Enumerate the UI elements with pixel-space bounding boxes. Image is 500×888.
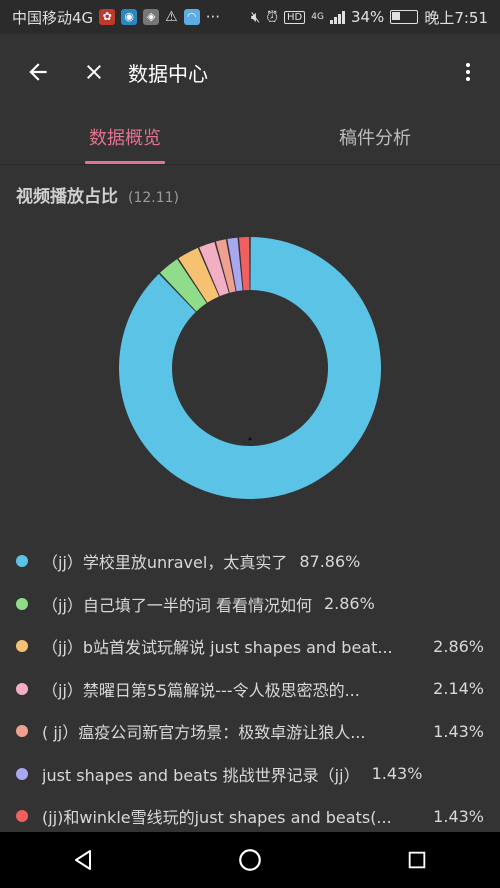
nav-home-button[interactable] — [220, 832, 280, 888]
legend-percent: 1.43% — [433, 806, 484, 826]
more-notifications-icon: ··· — [205, 8, 221, 26]
tab-data-overview[interactable]: 数据概览 — [0, 110, 250, 164]
status-right: 🔇︎ ⏰︎ HD 4G 34% 晚上7:51 — [251, 7, 488, 28]
close-button[interactable] — [66, 44, 122, 100]
legend-item[interactable]: （jj）学校里放unravel，太真实了 87.86% — [0, 540, 500, 583]
legend-item[interactable]: （jj）自己填了一半的词 看看情况如何 2.86% — [0, 583, 500, 626]
legend-label: （jj）禁曜日第55篇解说---令人极思密恐的... — [42, 680, 360, 700]
nav-recent-button[interactable] — [387, 832, 447, 888]
tab-bar: 数据概览 稿件分析 — [0, 110, 500, 165]
signal-icon — [329, 10, 345, 24]
app-bar: 数据中心 — [0, 34, 500, 110]
legend-color-dot — [16, 682, 28, 695]
battery-icon — [390, 10, 419, 24]
clock: 晚上7:51 — [424, 8, 488, 27]
triangle-back-icon — [75, 850, 92, 870]
network-type-icon: 4G — [311, 12, 324, 22]
more-options-button[interactable] — [440, 44, 496, 100]
arrow-left-icon — [29, 63, 47, 81]
square-recent-icon — [408, 851, 425, 869]
nav-back-button[interactable] — [53, 832, 113, 888]
status-left: 中国移动4G ✿ ◉ ◈ ⚠ ◠ ··· — [12, 7, 220, 28]
section-title: 视频播放占比 — [16, 187, 118, 207]
battery-level: 34% — [350, 8, 385, 26]
legend-item[interactable]: just shapes and beats 挑战世界记录（jj） 1.43% — [0, 753, 500, 796]
hd-icon: HD — [284, 10, 306, 24]
legend-color-dot — [16, 725, 28, 738]
legend-color-dot — [16, 597, 28, 610]
legend-label: ( jj）瘟疫公司新官方场景：极致卓游让狼人... — [42, 723, 366, 743]
section-date: (12.11) — [128, 190, 180, 206]
legend-percent: 1.43% — [371, 764, 423, 784]
donut-slice[interactable] — [118, 237, 382, 499]
legend-label: （jj）b站首发试玩解说 just shapes and beat... — [42, 638, 393, 658]
legend-percent: 1.43% — [433, 721, 484, 741]
legend-percent: 2.86% — [433, 636, 484, 656]
alarm-icon: ⏰︎ — [266, 8, 279, 26]
app-notification-icon: ✿ — [99, 9, 116, 25]
legend-percent: 2.86% — [323, 594, 375, 614]
legend-label: （jj）自己填了一半的词 看看情况如何 — [42, 595, 312, 615]
legend-color-dot — [16, 810, 28, 823]
legend-label: just shapes and beats 挑战世界记录（jj） — [42, 765, 360, 785]
legend-item[interactable]: （jj）禁曜日第55篇解说---令人极思密恐的... 2.14% — [0, 668, 500, 711]
legend-color-dot — [16, 767, 28, 780]
carrier-label: 中国移动4G — [12, 8, 94, 27]
tab-manuscript-analysis[interactable]: 稿件分析 — [250, 110, 500, 164]
legend-percent: 2.14% — [433, 679, 484, 699]
cat-app-notification-icon: ◈ — [143, 9, 160, 25]
back-button[interactable] — [10, 44, 66, 100]
status-bar: 中国移动4G ✿ ◉ ◈ ⚠ ◠ ··· 🔇︎ ⏰︎ HD 4G 34% 晚上7… — [0, 0, 500, 34]
page-title: 数据中心 — [128, 61, 208, 86]
center-dot — [248, 437, 252, 441]
legend-item[interactable]: ( jj）瘟疫公司新官方场景：极致卓游让狼人... 1.43% — [0, 710, 500, 753]
play-share-donut-chart — [118, 237, 382, 499]
legend-percent: 87.86% — [299, 551, 361, 571]
mute-icon: 🔇︎ — [250, 8, 261, 26]
browser-notification-icon: ◉ — [121, 9, 138, 25]
circle-home-icon — [239, 849, 261, 871]
legend-label: （jj）学校里放unravel，太真实了 — [42, 553, 288, 573]
more-vertical-icon — [466, 63, 470, 81]
system-navigation-bar — [0, 832, 500, 888]
legend-item[interactable]: （jj）b站首发试玩解说 just shapes and beat... 2.8… — [0, 625, 500, 668]
close-icon — [87, 65, 101, 79]
legend-label: (jj)和winkle雪线玩的just shapes and beats(... — [42, 808, 392, 828]
legend-color-dot — [16, 555, 28, 568]
warning-icon: ⚠ — [165, 9, 178, 25]
cloud-app-notification-icon: ◠ — [183, 9, 200, 25]
section-header: 视频播放占比 (12.11) — [16, 182, 179, 207]
legend-color-dot — [16, 640, 28, 653]
chart-legend: （jj）学校里放unravel，太真实了 87.86% （jj）自己填了一半的词… — [0, 540, 500, 838]
